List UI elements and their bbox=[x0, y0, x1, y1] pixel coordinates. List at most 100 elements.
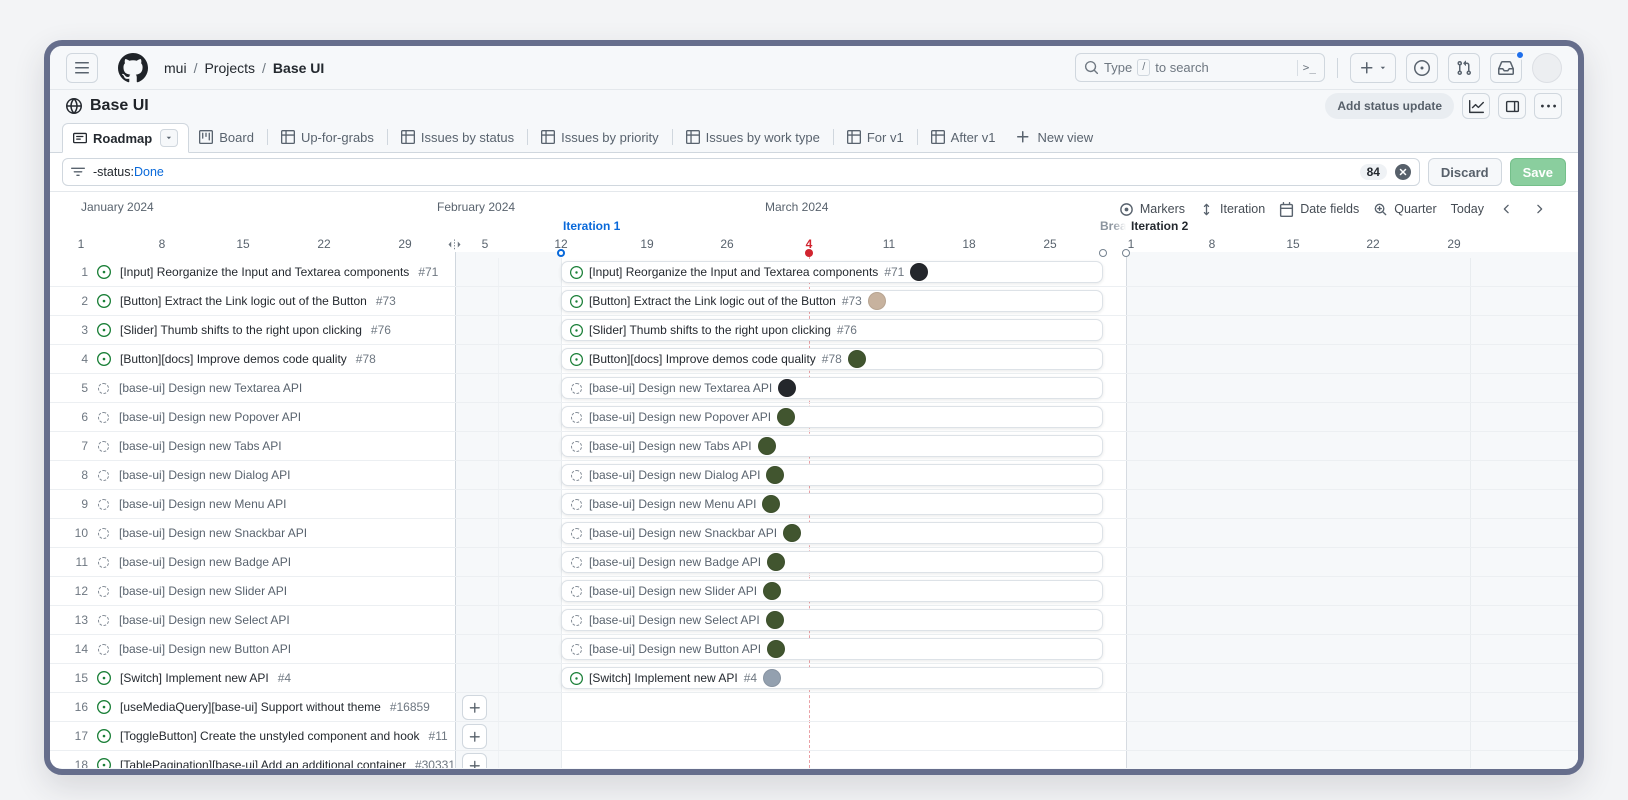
timeline-bar[interactable]: [Input] Reorganize the Input and Textare… bbox=[561, 261, 1103, 283]
timeline-bar[interactable]: [Switch] Implement new API#4 bbox=[561, 667, 1103, 689]
assignee-avatar[interactable] bbox=[766, 611, 784, 629]
assignee-avatar[interactable] bbox=[783, 524, 801, 542]
tab-after-v1[interactable]: After v1 bbox=[921, 122, 1006, 152]
row-table-cell[interactable]: 9[base-ui] Design new Menu API bbox=[50, 490, 455, 518]
row-table-cell[interactable]: 14[base-ui] Design new Button API bbox=[50, 635, 455, 663]
timeline-bar[interactable]: [base-ui] Design new Slider API bbox=[561, 580, 1103, 602]
tab-roadmap[interactable]: Roadmap bbox=[62, 123, 189, 153]
tab-label: Issues by work type bbox=[706, 130, 820, 145]
assignee-avatar[interactable] bbox=[778, 379, 796, 397]
draft-issue-icon bbox=[98, 615, 109, 626]
notification-dot bbox=[1515, 50, 1525, 60]
row-table-cell[interactable]: 13[base-ui] Design new Select API bbox=[50, 606, 455, 634]
column-resize-handle[interactable] bbox=[447, 237, 462, 252]
add-to-timeline-button[interactable] bbox=[462, 753, 487, 768]
timeline-month-label: January 2024 bbox=[81, 200, 154, 214]
timeline-bar[interactable]: [base-ui] Design new Tabs API bbox=[561, 435, 1103, 457]
toolbar-today[interactable]: Today bbox=[1451, 202, 1484, 216]
assignee-avatar[interactable] bbox=[762, 495, 780, 513]
timeline-bar[interactable]: [base-ui] Design new Menu API bbox=[561, 493, 1103, 515]
item-title: [base-ui] Design new Button API bbox=[119, 642, 291, 656]
tab-for-v1[interactable]: For v1 bbox=[837, 122, 914, 152]
row-table-cell[interactable]: 1[Input] Reorganize the Input and Textar… bbox=[50, 258, 455, 286]
issue-opened-icon bbox=[97, 758, 111, 768]
view-options-button[interactable] bbox=[1534, 93, 1562, 119]
header-divider bbox=[1337, 58, 1338, 78]
github-logo[interactable] bbox=[118, 53, 148, 83]
timeline-next-button[interactable] bbox=[1530, 202, 1548, 216]
row-table-cell[interactable]: 17[ToggleButton] Create the unstyled com… bbox=[50, 722, 455, 750]
assignee-avatar[interactable] bbox=[767, 640, 785, 658]
issue-number: #16859 bbox=[390, 700, 430, 714]
tab-up-for-grabs[interactable]: Up-for-grabs bbox=[271, 122, 384, 152]
tab-divider bbox=[917, 129, 918, 145]
row-table-cell[interactable]: 18[TablePagination][base-ui] Add an addi… bbox=[50, 751, 455, 768]
row-table-cell[interactable]: 10[base-ui] Design new Snackbar API bbox=[50, 519, 455, 547]
row-table-cell[interactable]: 6[base-ui] Design new Popover API bbox=[50, 403, 455, 431]
clear-filter-button[interactable] bbox=[1395, 164, 1411, 180]
assignee-avatar[interactable] bbox=[910, 263, 928, 281]
bar-end-marker[interactable] bbox=[1099, 249, 1107, 257]
row-table-cell[interactable]: 2[Button] Extract the Link logic out of … bbox=[50, 287, 455, 315]
add-to-timeline-button[interactable] bbox=[462, 695, 487, 720]
breadcrumb-projects[interactable]: Projects bbox=[204, 60, 255, 76]
add-to-timeline-button[interactable] bbox=[462, 724, 487, 749]
timeline-bar[interactable]: [base-ui] Design new Popover API bbox=[561, 406, 1103, 428]
toolbar-markers[interactable]: Markers bbox=[1119, 202, 1185, 217]
hamburger-button[interactable] bbox=[66, 53, 98, 83]
pull-requests-button[interactable] bbox=[1448, 53, 1480, 83]
row-table-cell[interactable]: 11[base-ui] Design new Badge API bbox=[50, 548, 455, 576]
draft-issue-icon bbox=[98, 586, 109, 597]
table-icon bbox=[401, 130, 415, 144]
assignee-avatar[interactable] bbox=[763, 669, 781, 687]
command-palette-icon[interactable]: >_ bbox=[1303, 61, 1316, 74]
timeline-bar[interactable]: [base-ui] Design new Snackbar API bbox=[561, 522, 1103, 544]
row-table-cell[interactable]: 7[base-ui] Design new Tabs API bbox=[50, 432, 455, 460]
add-status-update-button[interactable]: Add status update bbox=[1325, 93, 1454, 119]
row-table-cell[interactable]: 12[base-ui] Design new Slider API bbox=[50, 577, 455, 605]
timeline-bar[interactable]: [Button] Extract the Link logic out of t… bbox=[561, 290, 1103, 312]
assignee-avatar[interactable] bbox=[763, 582, 781, 600]
toolbar-iteration[interactable]: Iteration bbox=[1199, 202, 1265, 217]
row-table-cell[interactable]: 4[Button][docs] Improve demos code quali… bbox=[50, 345, 455, 373]
filter-input[interactable]: -status:Done 84 bbox=[62, 158, 1420, 186]
assignee-avatar[interactable] bbox=[758, 437, 776, 455]
timeline-bar[interactable]: [Slider] Thumb shifts to the right upon … bbox=[561, 319, 1103, 341]
row-table-cell[interactable]: 15[Switch] Implement new API#4 bbox=[50, 664, 455, 692]
row-table-cell[interactable]: 3[Slider] Thumb shifts to the right upon… bbox=[50, 316, 455, 344]
timeline-bar[interactable]: [base-ui] Design new Badge API bbox=[561, 551, 1103, 573]
create-new-button[interactable] bbox=[1350, 53, 1396, 83]
issues-button[interactable] bbox=[1406, 53, 1438, 83]
timeline-bar[interactable]: [base-ui] Design new Select API bbox=[561, 609, 1103, 631]
timeline-bar[interactable]: [base-ui] Design new Textarea API bbox=[561, 377, 1103, 399]
row-table-cell[interactable]: 16[useMediaQuery][base-ui] Support witho… bbox=[50, 693, 455, 721]
assignee-avatar[interactable] bbox=[868, 292, 886, 310]
tab-issues-by-priority[interactable]: Issues by priority bbox=[531, 122, 669, 152]
tab-menu-button[interactable] bbox=[160, 129, 178, 147]
issue-opened-icon bbox=[97, 323, 111, 337]
side-panel-button[interactable] bbox=[1498, 93, 1526, 119]
tab-board[interactable]: Board bbox=[189, 122, 264, 152]
breadcrumb-org[interactable]: mui bbox=[164, 60, 187, 76]
timeline-prev-button[interactable] bbox=[1498, 202, 1516, 216]
timeline-bar[interactable]: [Button][docs] Improve demos code qualit… bbox=[561, 348, 1103, 370]
new-view-button[interactable]: New view bbox=[1005, 122, 1103, 152]
insights-button[interactable] bbox=[1462, 93, 1490, 119]
toolbar-quarter[interactable]: Quarter bbox=[1373, 202, 1436, 217]
row-table-cell[interactable]: 5[base-ui] Design new Textarea API bbox=[50, 374, 455, 402]
timeline-bar[interactable]: [base-ui] Design new Dialog API bbox=[561, 464, 1103, 486]
tab-issues-by-work-type[interactable]: Issues by work type bbox=[676, 122, 830, 152]
row-table-cell[interactable]: 8[base-ui] Design new Dialog API bbox=[50, 461, 455, 489]
discard-button[interactable]: Discard bbox=[1428, 158, 1502, 186]
assignee-avatar[interactable] bbox=[767, 553, 785, 571]
toolbar-date-fields[interactable]: Date fields bbox=[1279, 202, 1359, 217]
timeline-bar[interactable]: [base-ui] Design new Button API bbox=[561, 638, 1103, 660]
search-input[interactable]: Type / to search >_ bbox=[1075, 53, 1325, 82]
save-button[interactable]: Save bbox=[1510, 158, 1566, 186]
row-number-index: 12 bbox=[64, 584, 88, 598]
assignee-avatar[interactable] bbox=[766, 466, 784, 484]
user-avatar[interactable] bbox=[1532, 53, 1562, 83]
tab-issues-by-status[interactable]: Issues by status bbox=[391, 122, 524, 152]
assignee-avatar[interactable] bbox=[777, 408, 795, 426]
assignee-avatar[interactable] bbox=[848, 350, 866, 368]
